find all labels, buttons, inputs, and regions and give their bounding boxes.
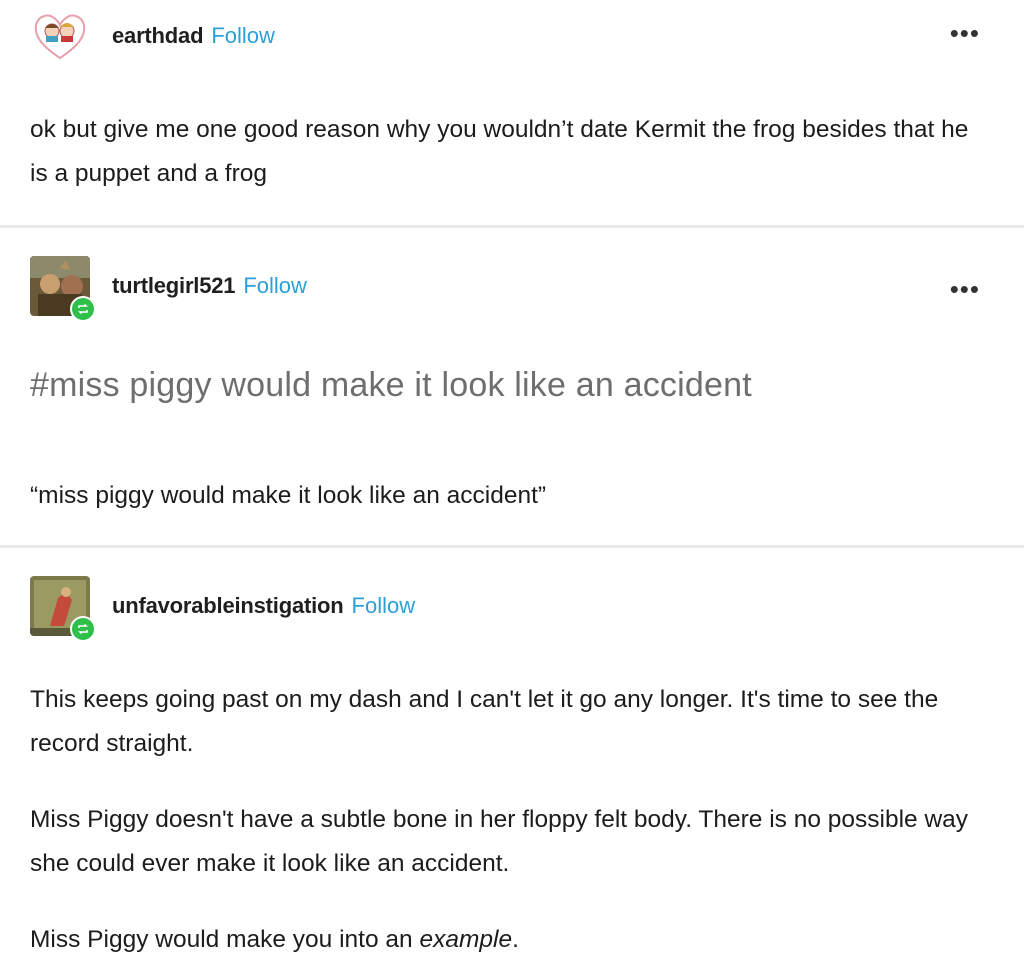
more-options-icon[interactable]: ••• xyxy=(950,20,980,46)
heart-faces-avatar-icon xyxy=(34,14,86,60)
post-header: unfavorableinstigation Follow xyxy=(30,576,416,642)
post-paragraph-2: Miss Piggy doesn't have a subtle bone in… xyxy=(30,806,969,877)
paragraph-3-suffix: . xyxy=(512,926,519,953)
post-header: earthdad Follow xyxy=(30,6,275,66)
username[interactable]: earthdad xyxy=(112,23,204,49)
username[interactable]: turtlegirl521 xyxy=(112,273,236,299)
avatar[interactable] xyxy=(30,256,96,322)
post-earthdad: earthdad Follow ••• ok but give me one g… xyxy=(0,0,1024,228)
paragraph-3-prefix: Miss Piggy would make you into an xyxy=(30,926,420,953)
avatar[interactable] xyxy=(30,576,96,642)
paragraph-3-emphasis: example xyxy=(419,926,513,953)
follow-button[interactable]: Follow xyxy=(211,23,275,49)
follow-button[interactable]: Follow xyxy=(243,273,307,299)
post-body: “miss piggy would make it look like an a… xyxy=(30,482,547,509)
post-paragraph-3: Miss Piggy would make you into an exampl… xyxy=(30,918,984,962)
post-turtlegirl521: turtlegirl521 Follow ••• #miss piggy wou… xyxy=(0,228,1024,548)
avatar[interactable] xyxy=(30,6,90,66)
post-header: turtlegirl521 Follow xyxy=(30,256,307,322)
post-paragraph-1: This keeps going past on my dash and I c… xyxy=(30,686,939,757)
reblog-icon xyxy=(70,296,96,322)
post-tag[interactable]: #miss piggy would make it look like an a… xyxy=(30,366,752,405)
follow-button[interactable]: Follow xyxy=(352,593,416,619)
more-options-icon[interactable]: ••• xyxy=(950,276,980,302)
post-body: ok but give me one good reason why you w… xyxy=(30,116,969,187)
reblog-icon xyxy=(70,616,96,642)
username[interactable]: unfavorableinstigation xyxy=(112,593,344,619)
post-unfavorableinstigation: unfavorableinstigation Follow This keeps… xyxy=(0,548,1024,962)
